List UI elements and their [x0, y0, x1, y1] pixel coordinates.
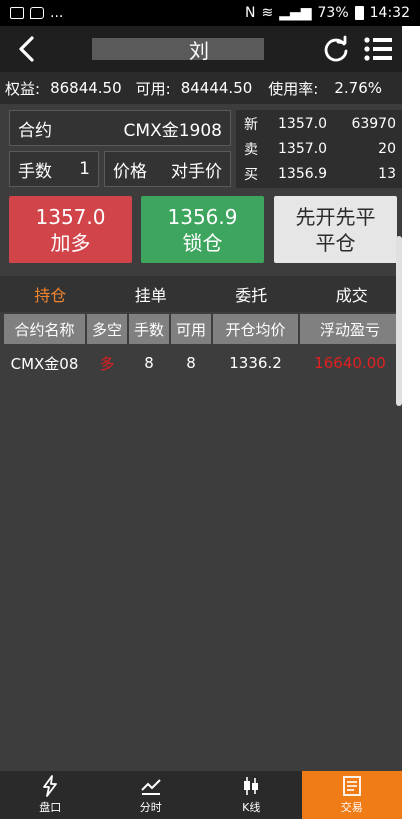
quote-price: 1357.0 — [278, 141, 327, 157]
quote-price: 1357.0 — [278, 116, 327, 132]
menu-list-icon[interactable] — [363, 36, 393, 62]
close-position-button[interactable]: 先开先平 平仓 — [274, 196, 397, 263]
positions-table-header: 合约名称 多空 手数 可用 开仓均价 浮动盈亏 — [4, 314, 400, 344]
tab-pending-orders[interactable]: 挂单 — [101, 276, 202, 312]
cell-avg-price: 1336.2 — [229, 354, 282, 372]
price-label: 价格 — [113, 161, 147, 182]
cell-floating-pnl: 16640.00 — [314, 354, 386, 372]
trade-tabs: 持仓 挂单 委托 成交 — [0, 276, 402, 312]
scrollbar[interactable] — [396, 236, 402, 406]
back-arrow-icon[interactable] — [12, 34, 42, 64]
contract-field[interactable]: 合约 CMX金1908 — [9, 110, 231, 146]
battery-icon — [354, 6, 364, 20]
status-bar: ... N ≋ ▂▄▆ 73% 14:32 — [0, 0, 420, 26]
cell-available: 8 — [186, 354, 196, 372]
buy-price: 1357.0 — [35, 204, 106, 229]
status-time: 14:32 — [369, 5, 410, 21]
document-icon — [342, 776, 361, 796]
quote-key: 卖 — [244, 142, 258, 158]
title-bar: 刘 — [0, 26, 402, 72]
close-mode-label: 先开先平 — [295, 204, 376, 229]
refresh-icon[interactable] — [322, 35, 350, 63]
cell-contract: CMX金08 — [10, 354, 79, 373]
col-contract: 合约名称 — [4, 314, 85, 344]
col-avg-price: 开仓均价 — [213, 314, 298, 344]
contract-label: 合约 — [18, 120, 52, 141]
quote-volume: 63970 — [351, 116, 396, 132]
nav-label: 盘口 — [39, 801, 62, 814]
cell-lots: 8 — [144, 354, 154, 372]
quote-row-last: 新 1357.0 63970 — [236, 112, 402, 136]
nfc-icon: N — [244, 5, 256, 21]
usage-label: 使用率: — [268, 79, 319, 98]
quote-row-bid: 买 1356.9 13 — [236, 162, 402, 186]
status-left-text: ... — [50, 5, 64, 21]
message-icon — [30, 7, 44, 19]
quote-row-ask: 卖 1357.0 20 — [236, 137, 402, 161]
quote-key: 买 — [244, 167, 258, 183]
quote-panel: 新 1357.0 63970 卖 1357.0 20 买 1356.9 13 — [236, 110, 402, 188]
account-summary: 权益: 86844.50 可用: 84444.50 使用率: 2.76% — [0, 72, 402, 104]
lock-label: 锁仓 — [182, 230, 223, 255]
col-available: 可用 — [171, 314, 211, 344]
account-name-mask — [92, 38, 264, 60]
nav-label: 交易 — [340, 801, 363, 814]
lightning-icon — [43, 775, 58, 797]
lock-position-button[interactable]: 1356.9 锁仓 — [141, 196, 264, 263]
quote-price: 1356.9 — [278, 166, 327, 182]
line-chart-icon — [141, 779, 161, 795]
candlestick-icon — [244, 777, 259, 795]
price-field[interactable]: 价格 对手价 — [104, 151, 231, 187]
equity-label: 权益: — [5, 79, 41, 98]
available-value: 84444.50 — [180, 79, 253, 97]
equity-value: 86844.50 — [50, 79, 122, 97]
quantity-field[interactable]: 手数 1 — [9, 151, 99, 187]
nav-intraday[interactable]: 分时 — [101, 771, 202, 819]
nav-label: 分时 — [139, 801, 162, 814]
bottom-nav: 盘口 分时 K线 交易 — [0, 771, 402, 819]
col-direction: 多空 — [87, 314, 127, 344]
quote-volume: 20 — [378, 141, 396, 157]
quantity-label: 手数 — [18, 161, 52, 182]
nav-order-book[interactable]: 盘口 — [0, 771, 101, 819]
buy-long-button[interactable]: 1357.0 加多 — [9, 196, 132, 263]
col-floating-pnl: 浮动盈亏 — [300, 314, 400, 344]
price-value: 对手价 — [171, 161, 222, 182]
quantity-value: 1 — [79, 159, 90, 179]
gallery-icon — [10, 7, 24, 19]
trade-screen: 刘 权益: 86844.50 可用: 84444.50 使用率: 2.76% 合… — [0, 26, 402, 819]
nav-label: K线 — [242, 801, 261, 814]
wifi-icon: ≋ — [261, 5, 274, 21]
lock-price: 1356.9 — [167, 204, 238, 229]
tab-positions[interactable]: 持仓 — [0, 276, 101, 312]
nav-trade[interactable]: 交易 — [301, 771, 402, 819]
quote-key: 新 — [244, 117, 258, 133]
battery-percent: 73% — [317, 5, 349, 21]
page-title: 刘 — [189, 39, 209, 63]
signal-icon: ▂▄▆ — [279, 5, 312, 21]
table-row[interactable]: CMX金08 多 8 8 1336.2 16640.00 — [4, 348, 400, 378]
usage-value: 2.76% — [334, 79, 382, 97]
close-label: 平仓 — [315, 230, 356, 255]
col-lots: 手数 — [129, 314, 169, 344]
tab-orders[interactable]: 委托 — [201, 276, 302, 312]
tab-fills[interactable]: 成交 — [302, 276, 403, 312]
buy-label: 加多 — [50, 230, 91, 255]
nav-kline[interactable]: K线 — [201, 771, 302, 819]
quote-volume: 13 — [378, 166, 396, 182]
cell-direction: 多 — [99, 354, 115, 373]
contract-value: CMX金1908 — [123, 120, 222, 141]
available-label: 可用: — [135, 79, 171, 98]
